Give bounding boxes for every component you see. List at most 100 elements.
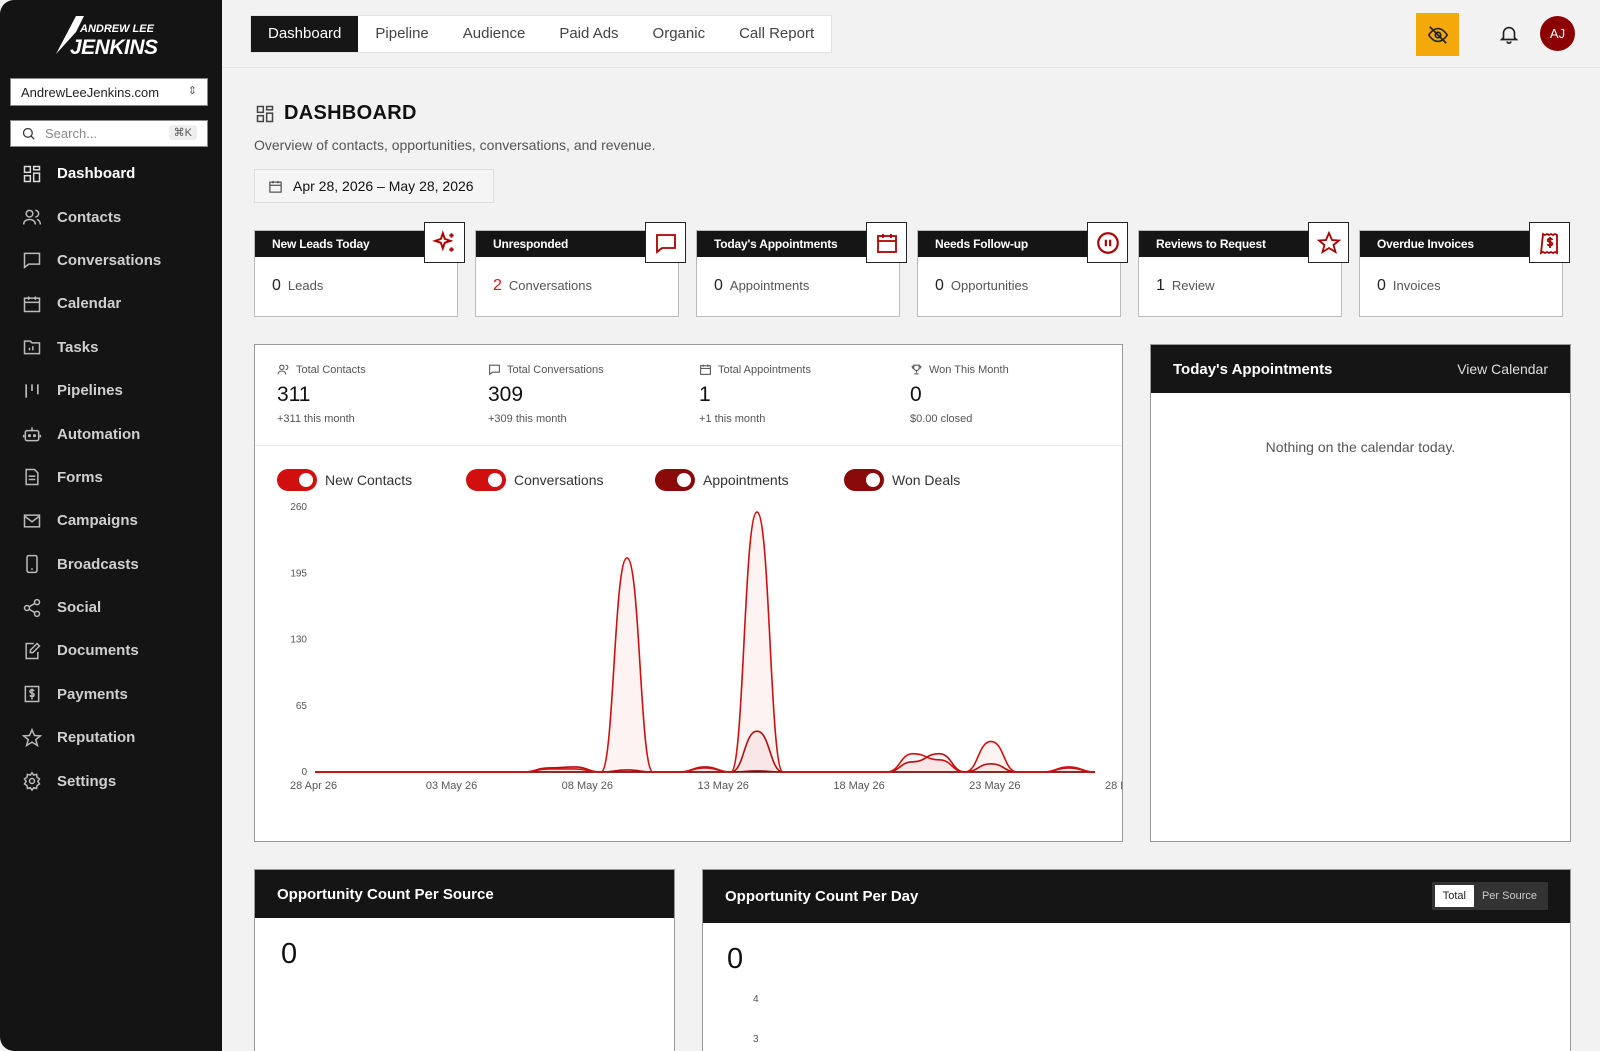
mail-icon: [23, 514, 41, 528]
sidebar-item-pipelines[interactable]: Pipelines: [0, 369, 222, 412]
series-area-new-contacts: [315, 512, 1095, 772]
opp-day-view-toggle: Total Per Source: [1431, 882, 1548, 910]
sidebar-item-contacts[interactable]: Contacts: [0, 195, 222, 238]
total-label: Won This Month: [929, 363, 1009, 376]
grid-icon: [256, 105, 274, 122]
tab-pipeline[interactable]: Pipeline: [358, 16, 445, 52]
x-tick-label: 23 May 26: [969, 780, 1020, 792]
calendar-icon: [700, 364, 711, 375]
stat-card-unit: Opportunities: [950, 278, 1029, 293]
sidebar-item-label: Conversations: [57, 251, 162, 269]
toggle-conversations[interactable]: Conversations: [466, 469, 604, 491]
toggle-switch[interactable]: [466, 469, 506, 491]
totals-row: Total Contacts 311 +311 this month Total…: [255, 345, 1122, 446]
site-select[interactable]: AndrewLeeJenkins.com ⇕: [10, 78, 208, 106]
tab-audience[interactable]: Audience: [446, 16, 543, 52]
toggle-label: Won Deals: [892, 472, 961, 488]
toggle-label: New Contacts: [325, 472, 413, 488]
sidebar-item-broadcasts[interactable]: Broadcasts: [0, 543, 222, 586]
sidebar-item-forms[interactable]: Forms: [0, 456, 222, 499]
stat-card-unit: Review: [1171, 278, 1215, 293]
y-tick-label: 65: [296, 701, 308, 712]
total-value: 1: [699, 383, 711, 406]
search-icon: [22, 127, 35, 140]
seg-total[interactable]: Total: [1434, 885, 1474, 907]
sidebar-item-conversations[interactable]: Conversations: [0, 239, 222, 282]
sidebar-item-label: Payments: [57, 685, 128, 703]
tab-dashboard[interactable]: Dashboard: [251, 16, 359, 52]
x-tick-label: 28 Apr 26: [290, 780, 337, 792]
stat-card-needs-follow-up[interactable]: Needs Follow-up 0 Opportunities: [917, 222, 1128, 317]
stat-card-todays-appointments[interactable]: Today's Appointments 0 Appointments: [696, 222, 907, 317]
star-icon: [22, 727, 42, 747]
toggle-switch[interactable]: [277, 469, 317, 491]
sidebar-item-label: Settings: [57, 772, 117, 790]
sidebar-item-label: Broadcasts: [57, 555, 139, 573]
toggle-label: Appointments: [703, 472, 789, 488]
sidebar-item-calendar[interactable]: Calendar: [0, 282, 222, 325]
x-tick-label: 13 May 26: [698, 780, 749, 792]
form-icon: [25, 469, 39, 486]
sidebar-item-documents[interactable]: Documents: [0, 629, 222, 672]
tab-call-report[interactable]: Call Report: [722, 16, 831, 52]
y-tick-label: 0: [301, 767, 307, 778]
total-delta: +1 this month: [699, 413, 766, 425]
grid-icon: [23, 165, 41, 182]
star-icon: [1308, 222, 1349, 263]
brand-logo[interactable]: ANDREW LEE JENKINS: [54, 14, 166, 58]
appointments-title: Today's Appointments: [1173, 360, 1333, 378]
appointments-header: Today's Appointments View Calendar: [1151, 345, 1570, 393]
sidebar-item-payments[interactable]: Payments: [0, 673, 222, 716]
total-value: 309: [488, 383, 524, 406]
sparkle-icon: [424, 222, 465, 263]
sidebar-item-social[interactable]: Social: [0, 586, 222, 629]
eye-off-icon: [1427, 25, 1448, 44]
tab-organic[interactable]: Organic: [636, 16, 723, 52]
won-this-month: Won This Month 0 $0.00 closed: [910, 363, 1009, 426]
avatar[interactable]: AJ: [1540, 16, 1575, 51]
stat-card-unresponded[interactable]: Unresponded 2 Conversations: [475, 222, 686, 317]
sidebar-item-dashboard[interactable]: Dashboard: [0, 152, 222, 195]
stat-card-new-leads[interactable]: New Leads Today 0 Leads: [254, 222, 465, 317]
stat-card-value: 0: [714, 277, 723, 294]
tab-paid-ads[interactable]: Paid Ads: [542, 16, 635, 52]
seg-per-source[interactable]: Per Source: [1474, 885, 1545, 907]
toggle-switch[interactable]: [655, 469, 695, 491]
x-tick-label: 18 May 26: [833, 780, 884, 792]
dollar-receipt-icon: [24, 686, 40, 703]
stat-card-value: 0: [935, 277, 944, 294]
sidebar-item-tasks[interactable]: Tasks: [0, 326, 222, 369]
total-value: 0: [910, 383, 922, 406]
calendar-icon: [23, 296, 41, 313]
sidebar-item-label: Pipelines: [57, 382, 123, 400]
bell-icon[interactable]: [1498, 22, 1520, 46]
hide-values-button[interactable]: [1416, 13, 1459, 56]
page-title: DASHBOARD: [255, 102, 417, 125]
search-placeholder: Search...: [45, 126, 98, 141]
search-input[interactable]: Search... ⌘K: [10, 120, 208, 147]
stat-card-reviews[interactable]: Reviews to Request 1 Review: [1138, 222, 1349, 317]
stat-card-overdue-invoices[interactable]: Overdue Invoices 0 Invoices: [1359, 222, 1570, 317]
x-tick-label: 28 Ma: [1105, 780, 1122, 792]
stat-card-value: 1: [1156, 277, 1165, 294]
site-select-value: AndrewLeeJenkins.com: [21, 85, 160, 100]
toggle-won-deals[interactable]: Won Deals: [844, 469, 960, 491]
toggle-switch[interactable]: [844, 469, 884, 491]
series-line-new-contacts: [315, 511, 1096, 773]
y-tick-label: 195: [290, 568, 307, 579]
overview-chart-panel: Total Contacts 311 +311 this month Total…: [254, 344, 1123, 842]
toggle-new-contacts[interactable]: New Contacts: [277, 469, 412, 491]
view-calendar-link[interactable]: View Calendar: [1457, 361, 1548, 377]
stat-card-value: 2: [493, 277, 502, 294]
toggle-appointments[interactable]: Appointments: [655, 469, 789, 491]
top-bar: Dashboard Pipeline Audience Paid Ads Org…: [222, 0, 1600, 68]
sidebar-item-reputation[interactable]: Reputation: [0, 716, 222, 759]
sidebar-item-automation[interactable]: Automation: [0, 412, 222, 455]
stat-card-unit: Conversations: [508, 278, 593, 293]
sidebar-item-campaigns[interactable]: Campaigns: [0, 499, 222, 542]
date-range-picker[interactable]: Apr 28, 2026 – May 28, 2026: [254, 169, 494, 203]
total-delta: +311 this month: [277, 413, 355, 425]
invoice-icon: [1529, 222, 1570, 263]
sidebar: ANDREW LEE JENKINS AndrewLeeJenkins.com …: [0, 0, 222, 1051]
sidebar-item-settings[interactable]: Settings: [0, 759, 222, 802]
